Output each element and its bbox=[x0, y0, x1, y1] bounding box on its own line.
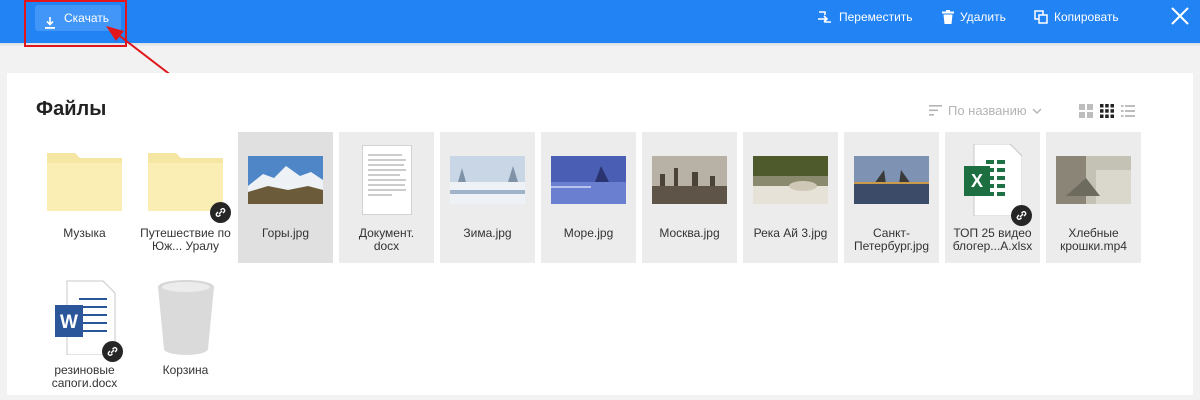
list-view-icon[interactable] bbox=[1121, 104, 1135, 118]
action-bar-shadow bbox=[0, 43, 1200, 47]
mountains-image-thumbnail bbox=[248, 155, 323, 204]
move-button-label: Переместить bbox=[839, 9, 913, 24]
svg-text:W: W bbox=[60, 312, 78, 333]
file-tile-moskva-jpg[interactable]: Москва.jpg bbox=[642, 132, 737, 263]
file-tile-more-jpg[interactable]: Море.jpg bbox=[541, 132, 636, 263]
page-title: Файлы bbox=[36, 98, 107, 120]
file-tile-spb-jpg[interactable]: Санкт-Петербург.jpg bbox=[844, 132, 939, 263]
winter-image-thumbnail bbox=[450, 155, 525, 204]
link-icon bbox=[107, 347, 118, 356]
file-tile-top25-xlsx[interactable]: X ТОП 25 видео блогер...А.xlsx bbox=[945, 132, 1040, 263]
download-button[interactable]: Скачать bbox=[35, 5, 121, 31]
download-button-label: Скачать bbox=[64, 11, 109, 25]
file-tile-zima-jpg[interactable]: Зима.jpg bbox=[440, 132, 535, 263]
small-grid-view-icon[interactable] bbox=[1100, 104, 1114, 118]
file-name: Хлебные крошки.mp4 bbox=[1060, 226, 1127, 253]
shared-link-badge bbox=[210, 202, 231, 223]
file-name: Документ. docx bbox=[358, 226, 415, 253]
shared-link-badge bbox=[1011, 205, 1032, 226]
file-tile-folder-music[interactable]: Музыка bbox=[37, 132, 132, 263]
delete-button[interactable]: Удалить bbox=[942, 0, 1006, 33]
saint-petersburg-image-thumbnail bbox=[854, 155, 929, 204]
file-name: ТОП 25 видео блогер...А.xlsx bbox=[952, 226, 1033, 253]
copy-button[interactable]: Копировать bbox=[1034, 0, 1119, 33]
folder-icon bbox=[47, 152, 122, 211]
document-icon bbox=[361, 144, 412, 215]
link-icon bbox=[215, 208, 226, 217]
download-icon bbox=[45, 12, 55, 29]
trash-icon bbox=[157, 279, 214, 355]
files-panel: Файлы По названию Музыка Путешествие по … bbox=[7, 73, 1193, 395]
file-name: Море.jpg bbox=[563, 226, 614, 240]
large-grid-view-icon[interactable] bbox=[1079, 104, 1093, 118]
file-name: Путешествие по Юж... Уралу bbox=[140, 226, 231, 253]
move-icon bbox=[818, 10, 831, 23]
file-name: Горы.jpg bbox=[261, 226, 309, 240]
moscow-image-thumbnail bbox=[652, 155, 727, 204]
copy-button-label: Копировать bbox=[1054, 9, 1119, 24]
sort-label: По названию bbox=[948, 103, 1027, 118]
file-name: Музыка bbox=[63, 226, 106, 240]
delete-button-label: Удалить bbox=[960, 9, 1006, 24]
file-name: Зима.jpg bbox=[463, 226, 512, 240]
file-name: Москва.jpg bbox=[659, 226, 720, 240]
file-name: Корзина bbox=[162, 363, 209, 377]
file-name: резиновые сапоги.docx bbox=[51, 363, 118, 390]
excel-icon: X bbox=[963, 143, 1022, 216]
trash-icon bbox=[942, 9, 954, 24]
close-icon bbox=[1171, 7, 1189, 25]
file-tile-folder-travel[interactable]: Путешествие по Юж... Уралу bbox=[138, 132, 233, 263]
action-bar bbox=[0, 0, 1200, 43]
svg-text:X: X bbox=[970, 171, 982, 191]
shared-link-badge bbox=[102, 341, 123, 362]
file-tile-document-docx[interactable]: Документ. docx bbox=[339, 132, 434, 263]
file-tile-khlebnye-kroshki-mp4[interactable]: Хлебные крошки.mp4 bbox=[1046, 132, 1141, 263]
folder-icon bbox=[148, 152, 223, 211]
video-thumbnail bbox=[1056, 155, 1131, 204]
sea-image-thumbnail bbox=[551, 155, 626, 204]
view-switcher bbox=[1079, 104, 1135, 118]
file-tile-reka-ai-jpg[interactable]: Река Ай 3.jpg bbox=[743, 132, 838, 263]
sort-icon bbox=[929, 105, 942, 116]
chevron-down-icon bbox=[1032, 108, 1042, 114]
sort-dropdown[interactable]: По названию bbox=[929, 103, 1042, 118]
file-name: Река Ай 3.jpg bbox=[753, 226, 828, 240]
move-button[interactable]: Переместить bbox=[817, 0, 913, 33]
link-icon bbox=[1016, 211, 1027, 220]
river-image-thumbnail bbox=[753, 155, 828, 204]
file-tile-rezinovye-sapogi-docx[interactable]: W резиновые сапоги.docx bbox=[37, 269, 132, 400]
file-tile-trash[interactable]: Корзина bbox=[138, 269, 233, 400]
file-name: Санкт-Петербург.jpg bbox=[853, 226, 930, 253]
copy-icon bbox=[1034, 9, 1048, 24]
file-tile-gory-jpg[interactable]: Горы.jpg bbox=[238, 132, 333, 263]
close-selection-button[interactable] bbox=[1169, 5, 1191, 32]
